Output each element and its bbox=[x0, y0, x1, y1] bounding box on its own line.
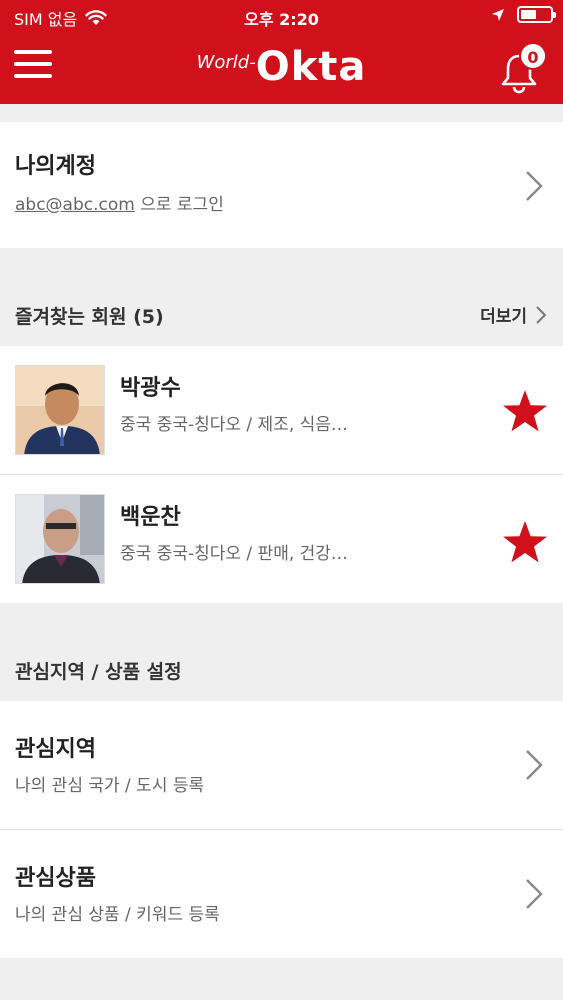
favorites-more-link[interactable]: 더보기 bbox=[480, 302, 547, 327]
member-photo bbox=[15, 365, 105, 455]
avatar bbox=[16, 366, 104, 454]
chevron-right-icon bbox=[536, 305, 547, 324]
account-login-text: abc@abc.com 으로 로그인 bbox=[15, 190, 224, 215]
notifications-button[interactable]: 0 bbox=[499, 42, 547, 94]
interest-product-row[interactable]: 관심상품 나의 관심 상품 / 키워드 등록 bbox=[0, 830, 563, 958]
interest-region-title: 관심지역 bbox=[15, 737, 96, 762]
interest-product-sub: 나의 관심 상품 / 키워드 등록 bbox=[15, 905, 220, 925]
star-icon[interactable] bbox=[501, 388, 549, 434]
status-time: 오후 2:20 bbox=[244, 10, 319, 29]
favorites-section-header: 즐겨찾는 회원 (5) 더보기 bbox=[0, 248, 563, 344]
interest-settings-title: 관심지역 / 상품 설정 bbox=[15, 661, 182, 683]
my-account-row[interactable]: 나의계정 abc@abc.com 으로 로그인 bbox=[0, 122, 563, 248]
account-login-suffix: 으로 로그인 bbox=[140, 195, 224, 215]
avatar bbox=[16, 495, 104, 583]
star-icon[interactable] bbox=[501, 519, 549, 565]
favorite-member-row[interactable]: 박광수 중국 중국-칭다오 / 제조, 식음… bbox=[0, 346, 563, 474]
member-name: 백운찬 bbox=[120, 505, 181, 530]
favorites-title: 즐겨찾는 회원 (5) bbox=[15, 306, 164, 328]
chevron-right-icon bbox=[526, 750, 543, 780]
nav-bar: World-Okta 0 bbox=[0, 32, 563, 104]
status-bar: SIM 없음 오후 2:20 bbox=[0, 0, 563, 32]
member-photo bbox=[15, 494, 105, 584]
interest-product-title: 관심상품 bbox=[15, 866, 96, 891]
location-arrow-icon bbox=[492, 8, 504, 21]
logo-world: World- bbox=[196, 52, 256, 73]
chevron-right-icon bbox=[526, 171, 543, 201]
member-info: 중국 중국-칭다오 / 제조, 식음… bbox=[120, 415, 348, 435]
status-right bbox=[491, 6, 556, 23]
battery-icon bbox=[517, 6, 556, 23]
app-logo: World-Okta bbox=[0, 44, 563, 90]
member-info: 중국 중국-칭다오 / 판매, 건강… bbox=[120, 544, 348, 564]
more-label: 더보기 bbox=[480, 307, 527, 327]
account-title: 나의계정 bbox=[15, 154, 96, 179]
interest-section-header: 관심지역 / 상품 설정 bbox=[0, 603, 563, 701]
interest-region-sub: 나의 관심 국가 / 도시 등록 bbox=[15, 776, 205, 796]
favorite-member-row[interactable]: 백운찬 중국 중국-칭다오 / 판매, 건강… bbox=[0, 475, 563, 603]
interest-region-row[interactable]: 관심지역 나의 관심 국가 / 도시 등록 bbox=[0, 701, 563, 829]
chevron-right-icon bbox=[526, 879, 543, 909]
member-name: 박광수 bbox=[120, 376, 181, 401]
battery-fill bbox=[521, 10, 536, 19]
notification-badge: 0 bbox=[519, 42, 547, 70]
top-bar: SIM 없음 오후 2:20 World-Okta 0 bbox=[0, 0, 563, 104]
account-email: abc@abc.com bbox=[15, 195, 135, 215]
logo-okta: Okta bbox=[255, 44, 367, 90]
